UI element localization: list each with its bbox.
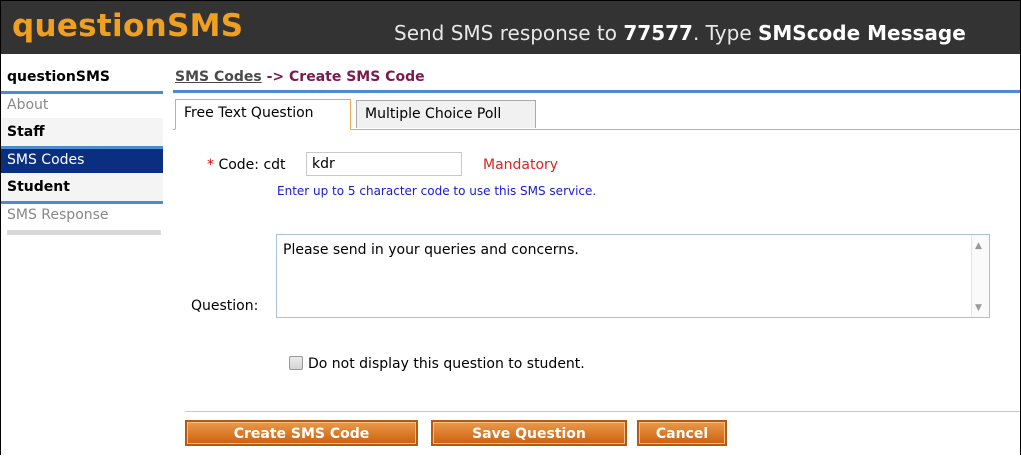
question-text[interactable]: Please send in your queries and concerns… (283, 242, 579, 258)
header-tagline: Send SMS response to 77577. Type SMScode… (394, 18, 966, 48)
sidebar-heading-questionsms[interactable]: questionSMS (1, 63, 163, 94)
sidebar-heading-student: Student (1, 173, 163, 204)
question-textarea[interactable]: Please send in your queries and concerns… (276, 234, 990, 318)
app-window: questionSMS Send SMS response to 77577. … (0, 0, 1021, 455)
main-content: SMS Codes -> Create SMS Code Free Text Q… (173, 63, 1020, 446)
create-sms-code-button[interactable]: Create SMS Code (185, 420, 418, 446)
question-label: Question: (191, 298, 259, 314)
tab-free-text-question[interactable]: Free Text Question (175, 99, 351, 130)
tab-multiple-choice-poll[interactable]: Multiple Choice Poll (356, 100, 536, 128)
sidebar-item-sms-response[interactable]: SMS Response (1, 204, 163, 228)
form-divider (185, 411, 1020, 412)
tagline-number: 77577 (623, 21, 693, 45)
code-prefix: cdt (263, 157, 286, 173)
sidebar-item-sms-codes[interactable]: SMS Codes (1, 149, 163, 173)
code-input[interactable]: kdr (306, 152, 462, 176)
tagline-middle: . Type (692, 21, 758, 45)
save-question-button[interactable]: Save Question (431, 420, 627, 446)
code-hint: Enter up to 5 character code to use this… (277, 184, 597, 198)
scroll-up-icon[interactable]: ▲ (975, 241, 982, 251)
scroll-down-icon[interactable]: ▼ (975, 303, 982, 313)
sidebar-divider (7, 230, 161, 235)
breadcrumb: SMS Codes -> Create SMS Code (173, 63, 1020, 93)
mandatory-indicator: Mandatory (483, 157, 559, 173)
sidebar-item-about[interactable]: About (1, 94, 163, 118)
question-form: * Code: cdt kdr Mandatory Enter up to 5 … (173, 130, 1020, 446)
code-label: Code: (218, 157, 260, 173)
textarea-scrollbar[interactable]: ▲ ▼ (971, 235, 989, 317)
sidebar-heading-staff: Staff (1, 118, 163, 149)
cancel-button[interactable]: Cancel (637, 420, 727, 446)
required-marker: * (207, 157, 214, 173)
breadcrumb-separator: -> (261, 69, 290, 85)
hide-question-checkbox[interactable] (289, 356, 303, 370)
tagline-prefix: Send SMS response to (394, 21, 624, 45)
code-label-row: * Code: cdt (207, 157, 286, 173)
tab-bar: Free Text Question Multiple Choice Poll (173, 98, 1020, 130)
breadcrumb-current: Create SMS Code (289, 69, 425, 85)
tagline-code: SMScode Message (757, 21, 966, 45)
app-logo[interactable]: questionSMS (12, 6, 243, 46)
hide-question-label[interactable]: Do not display this question to student. (308, 356, 585, 372)
sidebar: questionSMS About Staff SMS Codes Studen… (1, 63, 163, 235)
header-bar: questionSMS Send SMS response to 77577. … (1, 1, 1020, 54)
breadcrumb-link-sms-codes[interactable]: SMS Codes (175, 69, 262, 85)
